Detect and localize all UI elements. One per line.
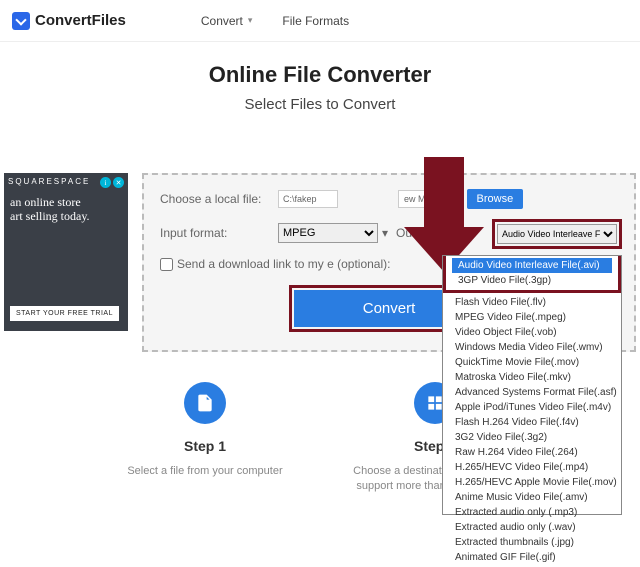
ad-close-icon[interactable]: ✕ (113, 177, 124, 188)
nav: Convert▾ File Formats (201, 14, 349, 28)
converter-panel: Choose a local file: C:\fakep ew MacBook… (142, 173, 636, 352)
output-format-select[interactable]: Audio Video Interleave File( (497, 224, 617, 244)
dropdown-highlight-box: Audio Video Interleave File(.avi) 3GP Vi… (443, 256, 621, 293)
nav-formats[interactable]: File Formats (282, 14, 349, 28)
file-row: Choose a local file: C:\fakep ew MacBook… (160, 189, 618, 209)
email-label: Send a download link to my e (optional): (177, 257, 390, 271)
output-format-label: Output format: (396, 226, 473, 240)
step-1-desc: Select a file from your computer (120, 464, 290, 479)
header: ConvertFiles Convert▾ File Formats (0, 0, 640, 42)
dropdown-option-selected[interactable]: Audio Video Interleave File(.avi) (452, 258, 612, 273)
logo-text: ConvertFiles (35, 12, 126, 29)
dropdown-option[interactable]: Extracted audio only (.wav) (449, 520, 615, 535)
ad-cta-button[interactable]: START YOUR FREE TRIAL (10, 306, 119, 321)
email-checkbox[interactable] (160, 258, 173, 271)
dropdown-option[interactable]: Matroska Video File(.mkv) (449, 370, 615, 385)
logo-icon (12, 12, 30, 30)
file-icon (184, 382, 226, 424)
ad-headline: an online storeart selling today. (10, 195, 90, 223)
nav-convert[interactable]: Convert▾ (201, 14, 253, 28)
output-highlight-box: Audio Video Interleave File( (492, 219, 622, 249)
output-format-dropdown[interactable]: Audio Video Interleave File(.avi) 3GP Vi… (442, 255, 622, 515)
dropdown-option[interactable]: Anime Music Video File(.amv) (449, 490, 615, 505)
step-1-title: Step 1 (120, 438, 290, 454)
dropdown-option[interactable]: 3GP Video File(.3gp) (452, 273, 612, 288)
chevron-down-icon: ▾ (248, 15, 253, 26)
dropdown-option[interactable]: Video Object File(.vob) (449, 325, 615, 340)
dropdown-option[interactable]: Animated GIF File(.gif) (449, 550, 615, 565)
dropdown-option[interactable]: QuickTime Movie File(.mov) (449, 355, 615, 370)
dropdown-option[interactable]: Raw H.264 Video File(.264) (449, 445, 615, 460)
dropdown-option[interactable]: Apple iPod/iTunes Video File(.m4v) (449, 400, 615, 415)
step-1: Step 1 Select a file from your computer (120, 382, 290, 494)
ad-provider: SQUARESPACE (8, 177, 90, 186)
browse-button[interactable]: Browse (467, 189, 524, 209)
input-format-select[interactable]: MPEG (278, 223, 378, 243)
ad-info-icon[interactable]: i (100, 177, 111, 188)
dropdown-option[interactable]: Flash Video File(.flv) (449, 295, 615, 310)
file-input[interactable]: C:\fakep (278, 190, 338, 208)
dropdown-option[interactable]: MPEG Video File(.mpeg) (449, 310, 615, 325)
macbook-chip[interactable]: ew MacBook (398, 190, 462, 208)
ad-badge: i✕ (100, 177, 124, 188)
page-title: Online File Converter (0, 62, 640, 88)
main-row: SQUARESPACE i✕ an online storeart sellin… (0, 173, 640, 352)
dropdown-option[interactable]: 3G2 Video File(.3g2) (449, 430, 615, 445)
dropdown-option[interactable]: Extracted thumbnails (.jpg) (449, 535, 615, 550)
dropdown-option[interactable]: H.265/HEVC Apple Movie File(.mov) (449, 475, 615, 490)
local-file-label: Choose a local file: (160, 192, 278, 206)
logo[interactable]: ConvertFiles (12, 12, 126, 30)
input-format-label: Input format: (160, 226, 278, 240)
page-subtitle: Select Files to Convert (0, 96, 640, 113)
ad-banner[interactable]: SQUARESPACE i✕ an online storeart sellin… (4, 173, 128, 331)
dropdown-option[interactable]: Advanced Systems Format File(.asf) (449, 385, 615, 400)
dropdown-option[interactable]: Flash H.264 Video File(.f4v) (449, 415, 615, 430)
dropdown-option[interactable]: H.265/HEVC Video File(.mp4) (449, 460, 615, 475)
format-row: Input format: MPEG ▾ Output format: Audi… (160, 223, 618, 243)
dropdown-option[interactable]: Windows Media Video File(.wmv) (449, 340, 615, 355)
